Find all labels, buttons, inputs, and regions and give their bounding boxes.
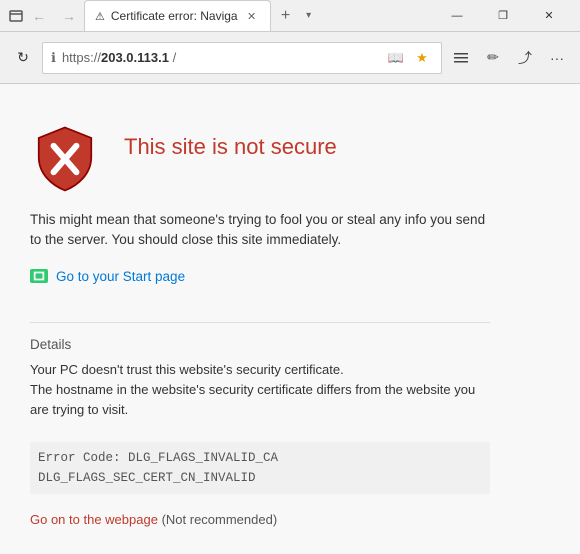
tab-dropdown-button[interactable]: ▾ [299, 3, 319, 29]
tab-favicon: ⚠ [95, 10, 105, 23]
address-text: https://203.0.113.1 / [62, 50, 379, 65]
error-header: This site is not secure [30, 124, 490, 194]
start-page-icon [30, 269, 48, 283]
restore-button[interactable]: ❐ [480, 0, 526, 32]
separator [30, 322, 490, 323]
new-tab-button[interactable]: + [273, 3, 299, 29]
forward-button[interactable]: → [54, 1, 84, 31]
address-bar: ↻ ℹ https://203.0.113.1 / 📖 ★ ✏ ⤴ ··· [0, 32, 580, 84]
reader-view-icon[interactable]: 📖 [385, 47, 407, 69]
error-code: Error Code: DLG_FLAGS_INVALID_CA DLG_FLA… [30, 442, 490, 494]
shield-icon [30, 124, 100, 194]
error-container: This site is not secure This might mean … [30, 124, 490, 527]
active-tab[interactable]: ⚠ Certificate error: Naviga ✕ [84, 0, 271, 31]
go-on-link-wrap: Go on to the webpage (Not recommended) [30, 512, 490, 527]
page-content: This site is not secure This might mean … [0, 84, 580, 554]
details-text-1: Your PC doesn't trust this website's sec… [30, 360, 490, 420]
toolbar-icons: ✏ ⤴ ··· [446, 43, 572, 73]
error-description: This might mean that someone's trying to… [30, 210, 490, 251]
tab-close-button[interactable]: ✕ [244, 8, 260, 24]
close-button[interactable]: ✕ [526, 0, 572, 32]
address-domain: 203.0.113.1 [101, 50, 169, 65]
favorites-icon[interactable]: ★ [411, 47, 433, 69]
back-button[interactable]: ← [24, 1, 54, 31]
start-page-link[interactable]: Go to your Start page [30, 269, 490, 284]
tab-strip: ← → ⚠ Certificate error: Naviga ✕ + ▾ [8, 0, 434, 31]
refresh-button[interactable]: ↻ [8, 43, 38, 73]
address-input-wrap[interactable]: ℹ https://203.0.113.1 / 📖 ★ [42, 42, 442, 74]
go-on-link[interactable]: Go on to the webpage [30, 512, 158, 527]
window-icon [8, 8, 24, 24]
security-icon: ℹ [51, 50, 56, 66]
tab-title: Certificate error: Naviga [111, 9, 238, 23]
web-note-icon[interactable]: ✏ [478, 43, 508, 73]
window-controls: — ❐ ✕ [434, 0, 572, 32]
share-icon[interactable]: ⤴ [510, 43, 540, 73]
start-page-text[interactable]: Go to your Start page [56, 269, 185, 284]
details-section: Details Your PC doesn't trust this websi… [30, 337, 490, 430]
more-button[interactable]: ··· [542, 43, 572, 73]
error-title: This site is not secure [124, 124, 337, 160]
address-icons: 📖 ★ [385, 47, 433, 69]
go-on-note-text: (Not recommended) [162, 512, 278, 527]
minimize-button[interactable]: — [434, 0, 480, 32]
details-label: Details [30, 337, 490, 352]
title-bar: ← → ⚠ Certificate error: Naviga ✕ + ▾ — … [0, 0, 580, 32]
hub-icon[interactable] [446, 43, 476, 73]
